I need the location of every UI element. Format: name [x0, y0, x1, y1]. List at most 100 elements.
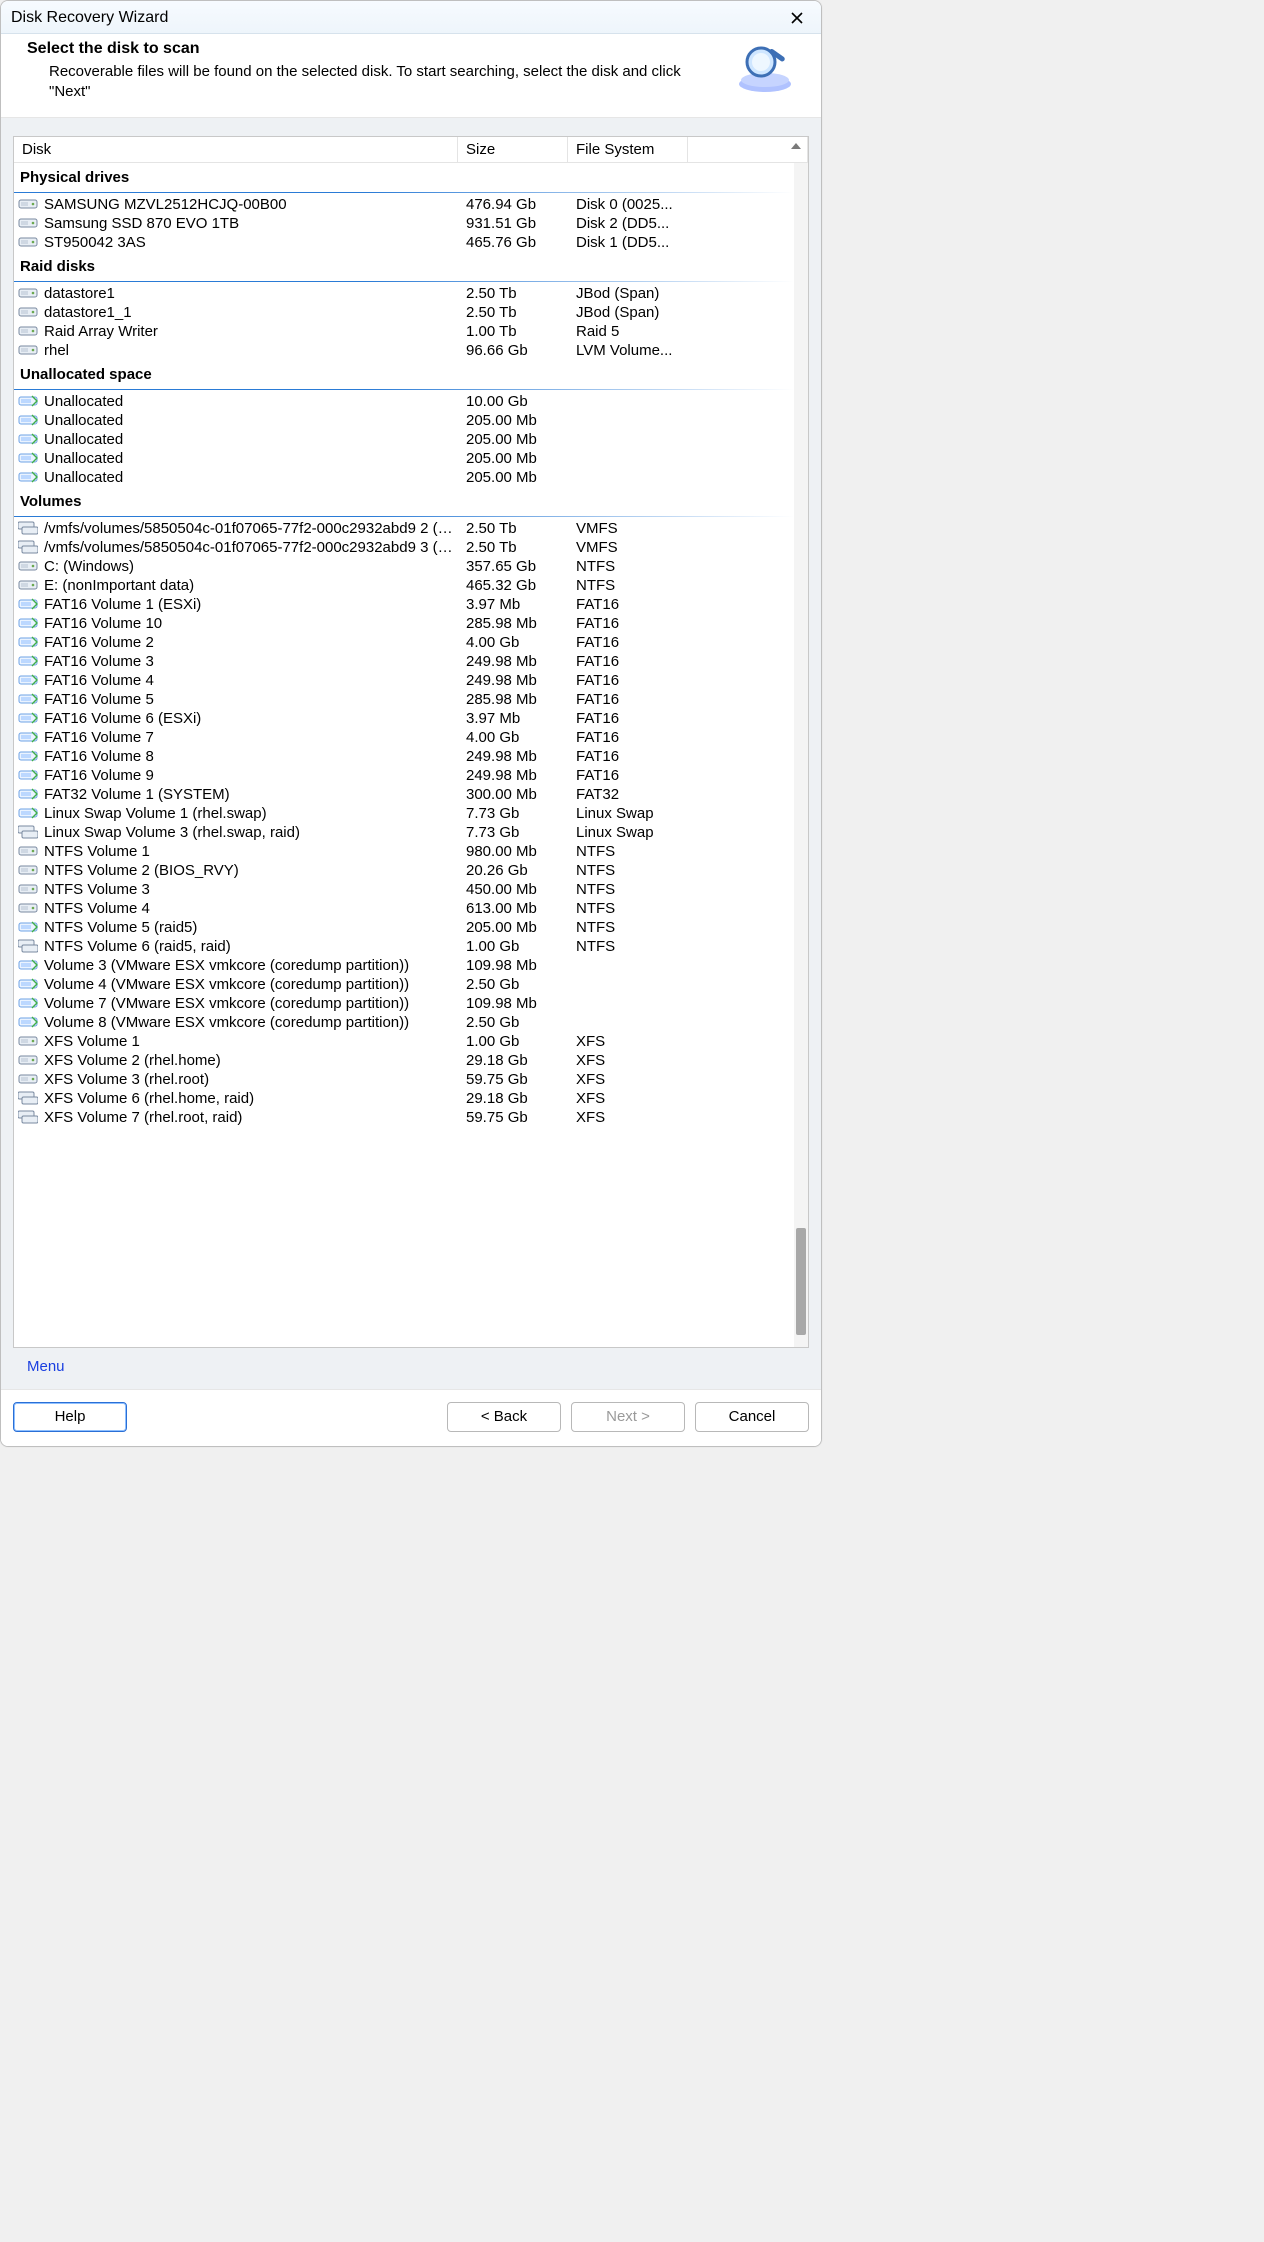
disk-filesystem: JBod (Span) — [568, 285, 718, 302]
disk-row[interactable]: NTFS Volume 1980.00 MbNTFS — [14, 842, 794, 861]
disk-row[interactable]: ST950042 3AS465.76 GbDisk 1 (DD5... — [14, 233, 794, 252]
volume-icon — [18, 653, 38, 669]
disk-name: FAT16 Volume 7 — [44, 729, 154, 746]
column-header-filesystem[interactable]: File System — [568, 137, 688, 162]
disk-name: FAT32 Volume 1 (SYSTEM) — [44, 786, 230, 803]
disk-filesystem: NTFS — [568, 919, 718, 936]
disk-row[interactable]: FAT16 Volume 9249.98 MbFAT16 — [14, 766, 794, 785]
disk-row[interactable]: FAT16 Volume 3249.98 MbFAT16 — [14, 652, 794, 671]
disk-filesystem: FAT32 — [568, 786, 718, 803]
disk-row[interactable]: NTFS Volume 5 (raid5)205.00 MbNTFS — [14, 918, 794, 937]
disk-size: 1.00 Tb — [458, 323, 568, 340]
disk-row[interactable]: FAT16 Volume 74.00 GbFAT16 — [14, 728, 794, 747]
disk-row[interactable]: datastore12.50 TbJBod (Span) — [14, 284, 794, 303]
disk-row[interactable]: FAT16 Volume 8249.98 MbFAT16 — [14, 747, 794, 766]
disk-size: 2.50 Tb — [458, 539, 568, 556]
disk-row[interactable]: Unallocated205.00 Mb — [14, 468, 794, 487]
disk-row[interactable]: Unallocated205.00 Mb — [14, 411, 794, 430]
disk-name: Unallocated — [44, 450, 123, 467]
hard-disk-icon — [18, 881, 38, 897]
disk-filesystem: FAT16 — [568, 729, 718, 746]
disk-row[interactable]: FAT16 Volume 10285.98 MbFAT16 — [14, 614, 794, 633]
window-title: Disk Recovery Wizard — [11, 9, 168, 27]
disk-size: 285.98 Mb — [458, 615, 568, 632]
disk-row[interactable]: NTFS Volume 6 (raid5, raid)1.00 GbNTFS — [14, 937, 794, 956]
disk-row[interactable]: /vmfs/volumes/5850504c-01f07065-77f2-000… — [14, 519, 794, 538]
help-button[interactable]: Help — [13, 1402, 127, 1432]
disk-row[interactable]: Unallocated205.00 Mb — [14, 430, 794, 449]
column-header-size[interactable]: Size — [458, 137, 568, 162]
cancel-button[interactable]: Cancel — [695, 1402, 809, 1432]
disk-row[interactable]: FAT16 Volume 24.00 GbFAT16 — [14, 633, 794, 652]
disk-row[interactable]: XFS Volume 2 (rhel.home)29.18 GbXFS — [14, 1051, 794, 1070]
disk-filesystem: NTFS — [568, 843, 718, 860]
disk-row[interactable]: Samsung SSD 870 EVO 1TB931.51 GbDisk 2 (… — [14, 214, 794, 233]
disk-row[interactable]: E: (nonImportant data)465.32 GbNTFS — [14, 576, 794, 595]
raid-disk-icon — [18, 824, 38, 840]
header-description: Recoverable files will be found on the s… — [27, 62, 729, 103]
disk-row[interactable]: SAMSUNG MZVL2512HCJQ-00B00476.94 GbDisk … — [14, 195, 794, 214]
disk-size: 1.00 Gb — [458, 1033, 568, 1050]
disk-row[interactable]: XFS Volume 6 (rhel.home, raid)29.18 GbXF… — [14, 1089, 794, 1108]
disk-size: 613.00 Mb — [458, 900, 568, 917]
disk-size: 10.00 Gb — [458, 393, 568, 410]
disk-name: NTFS Volume 1 — [44, 843, 150, 860]
volume-icon — [18, 919, 38, 935]
disk-row[interactable]: Volume 4 (VMware ESX vmkcore (coredump p… — [14, 975, 794, 994]
disk-filesystem: FAT16 — [568, 748, 718, 765]
disk-row[interactable]: rhel96.66 GbLVM Volume... — [14, 341, 794, 360]
scrollbar-thumb[interactable] — [796, 1228, 806, 1335]
disk-name: NTFS Volume 4 — [44, 900, 150, 917]
menu-link[interactable]: Menu — [13, 1348, 71, 1383]
disk-filesystem: FAT16 — [568, 672, 718, 689]
disk-size: 450.00 Mb — [458, 881, 568, 898]
disk-row[interactable]: FAT16 Volume 5285.98 MbFAT16 — [14, 690, 794, 709]
hard-disk-icon — [18, 304, 38, 320]
close-button[interactable] — [783, 7, 811, 29]
volume-icon — [18, 615, 38, 631]
disk-filesystem: XFS — [568, 1090, 718, 1107]
disk-row[interactable]: /vmfs/volumes/5850504c-01f07065-77f2-000… — [14, 538, 794, 557]
disk-row[interactable]: Unallocated205.00 Mb — [14, 449, 794, 468]
disk-row[interactable]: FAT16 Volume 1 (ESXi)3.97 MbFAT16 — [14, 595, 794, 614]
disk-row[interactable]: XFS Volume 7 (rhel.root, raid)59.75 GbXF… — [14, 1108, 794, 1127]
disk-row[interactable]: Unallocated10.00 Gb — [14, 392, 794, 411]
disk-row[interactable]: Linux Swap Volume 1 (rhel.swap)7.73 GbLi… — [14, 804, 794, 823]
back-button[interactable]: < Back — [447, 1402, 561, 1432]
disk-row[interactable]: Raid Array Writer1.00 TbRaid 5 — [14, 322, 794, 341]
vertical-scrollbar[interactable] — [794, 163, 808, 1347]
disk-row[interactable]: XFS Volume 11.00 GbXFS — [14, 1032, 794, 1051]
wizard-window: Disk Recovery Wizard Select the disk to … — [0, 0, 822, 1447]
disk-filesystem: NTFS — [568, 558, 718, 575]
hard-disk-icon — [18, 342, 38, 358]
disk-row[interactable]: NTFS Volume 2 (BIOS_RVY)20.26 GbNTFS — [14, 861, 794, 880]
volume-icon — [18, 710, 38, 726]
disk-size: 205.00 Mb — [458, 431, 568, 448]
disk-row[interactable]: FAT32 Volume 1 (SYSTEM)300.00 MbFAT32 — [14, 785, 794, 804]
column-header-disk[interactable]: Disk — [14, 137, 458, 162]
disk-row[interactable]: Linux Swap Volume 3 (rhel.swap, raid)7.7… — [14, 823, 794, 842]
hard-disk-icon — [18, 234, 38, 250]
hard-disk-icon — [18, 323, 38, 339]
volume-icon — [18, 412, 38, 428]
disk-row[interactable]: C: (Windows)357.65 GbNTFS — [14, 557, 794, 576]
next-button[interactable]: Next > — [571, 1402, 685, 1432]
volume-icon — [18, 976, 38, 992]
disk-row[interactable]: FAT16 Volume 6 (ESXi)3.97 MbFAT16 — [14, 709, 794, 728]
disk-row[interactable]: Volume 8 (VMware ESX vmkcore (coredump p… — [14, 1013, 794, 1032]
raid-disk-icon — [18, 520, 38, 536]
disk-filesystem: Disk 1 (DD5... — [568, 234, 718, 251]
disk-row[interactable]: NTFS Volume 4613.00 MbNTFS — [14, 899, 794, 918]
disk-size: 1.00 Gb — [458, 938, 568, 955]
disk-row[interactable]: datastore1_12.50 TbJBod (Span) — [14, 303, 794, 322]
disk-row[interactable]: Volume 7 (VMware ESX vmkcore (coredump p… — [14, 994, 794, 1013]
hard-disk-icon — [18, 900, 38, 916]
disk-filesystem: FAT16 — [568, 691, 718, 708]
wizard-header: Select the disk to scan Recoverable file… — [1, 34, 821, 118]
disk-row[interactable]: FAT16 Volume 4249.98 MbFAT16 — [14, 671, 794, 690]
disk-row[interactable]: Volume 3 (VMware ESX vmkcore (coredump p… — [14, 956, 794, 975]
disk-name: Raid Array Writer — [44, 323, 158, 340]
disk-row[interactable]: XFS Volume 3 (rhel.root)59.75 GbXFS — [14, 1070, 794, 1089]
disk-row[interactable]: NTFS Volume 3450.00 MbNTFS — [14, 880, 794, 899]
disk-name: datastore1_1 — [44, 304, 132, 321]
